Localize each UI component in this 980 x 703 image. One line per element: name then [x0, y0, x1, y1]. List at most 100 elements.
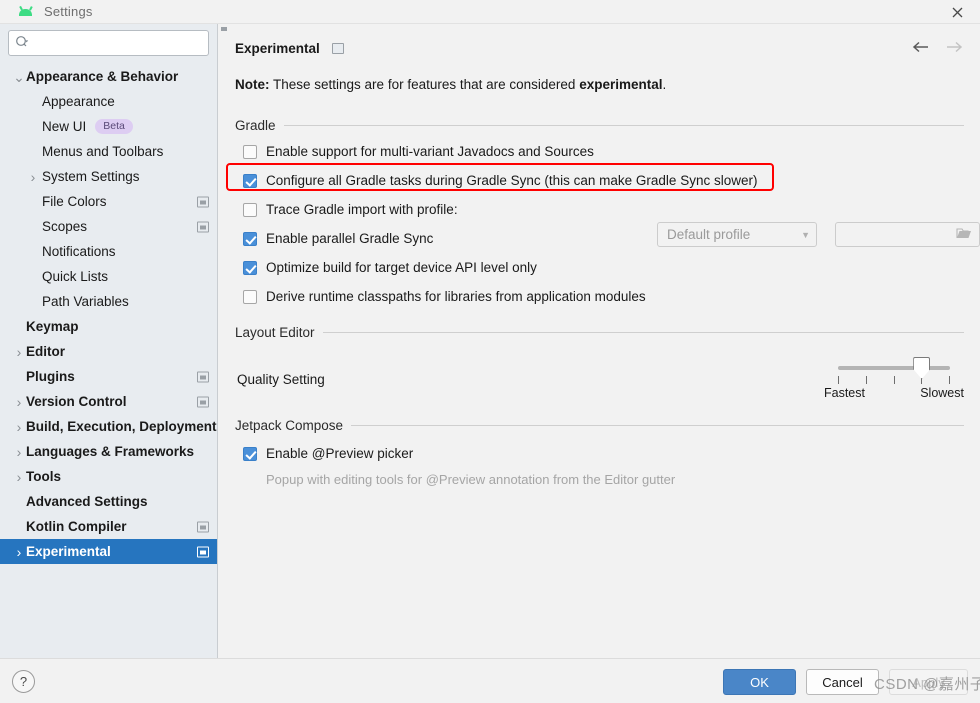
sidebar-item-experimental[interactable]: › Experimental [0, 539, 217, 564]
sidebar-item-label: Editor [26, 344, 65, 359]
compose-options-list: Enable @Preview picker [235, 439, 964, 468]
sidebar-item-build-execution-deployment[interactable]: › Build, Execution, Deployment [0, 414, 217, 439]
forward-arrow-icon[interactable] [944, 38, 964, 56]
project-scope-icon [197, 521, 209, 532]
checkbox-label: Enable support for multi-variant Javadoc… [266, 144, 594, 159]
search-box[interactable] [8, 30, 209, 56]
group-divider [283, 125, 964, 126]
trace-profile-controls: Default profile ▼ [657, 222, 980, 247]
checkbox-label: Optimize build for target device API lev… [266, 260, 537, 275]
slider-tick [949, 376, 950, 384]
chevron-right-icon[interactable]: › [26, 170, 40, 184]
sidebar-item-label: File Colors [42, 194, 107, 209]
project-scope-icon [197, 546, 209, 557]
checkbox-checked-icon[interactable] [243, 231, 257, 246]
checkbox-unchecked-icon[interactable] [243, 144, 257, 159]
group-label-jetpack-compose: Jetpack Compose [235, 418, 344, 433]
slider-ticks [838, 376, 950, 384]
checkbox-unchecked-icon[interactable] [243, 202, 257, 217]
checkbox-row[interactable]: Enable @Preview picker [235, 439, 964, 468]
chevron-right-icon[interactable]: › [12, 445, 26, 459]
checkbox-checked-icon[interactable] [243, 173, 257, 188]
chevron-right-icon[interactable]: › [12, 545, 26, 559]
sidebar-item-system-settings[interactable]: › System Settings [0, 164, 217, 189]
sidebar-item-advanced-settings[interactable]: Advanced Settings [0, 489, 217, 514]
slider-tick [838, 376, 839, 384]
checkbox-checked-icon[interactable] [243, 446, 257, 461]
page-title: Experimental [235, 40, 320, 56]
sidebar-item-scopes[interactable]: Scopes [0, 214, 217, 239]
project-scope-icon [197, 196, 209, 207]
chevron-right-icon[interactable]: › [12, 345, 26, 359]
back-arrow-icon[interactable] [910, 38, 930, 56]
group-divider [351, 425, 964, 426]
sidebar-item-path-variables[interactable]: Path Variables [0, 289, 217, 314]
help-button[interactable]: ? [12, 670, 35, 693]
quality-setting-row: Quality Setting Fastest Slowest [235, 354, 964, 410]
nav-arrows [910, 38, 964, 56]
slider-track[interactable] [838, 366, 950, 370]
settings-dialog: Settings ⌄ Appearance & Behavior Appearanc… [0, 0, 980, 703]
search-area [0, 24, 217, 56]
sidebar-item-tools[interactable]: › Tools [0, 464, 217, 489]
settings-sidebar: ⌄ Appearance & Behavior Appearance New UI Be… [0, 24, 218, 658]
sidebar-item-kotlin-compiler[interactable]: Kotlin Compiler [0, 514, 217, 539]
sidebar-item-appearance-behavior[interactable]: ⌄ Appearance & Behavior [0, 64, 217, 89]
sidebar-item-label: Tools [26, 469, 61, 484]
note-prefix: Note: [235, 77, 270, 92]
checkbox-checked-icon[interactable] [243, 260, 257, 275]
sidebar-item-appearance[interactable]: Appearance [0, 89, 217, 114]
checkbox-label: Enable @Preview picker [266, 446, 414, 461]
sidebar-item-label: Version Control [26, 394, 127, 409]
sidebar-item-editor[interactable]: › Editor [0, 339, 217, 364]
checkbox-row[interactable]: Derive runtime classpaths for libraries … [235, 282, 964, 311]
sidebar-item-label: Plugins [26, 369, 75, 384]
slider-min-label: Fastest [824, 386, 865, 400]
ok-button[interactable]: OK [723, 669, 796, 695]
group-divider [322, 332, 964, 333]
project-scope-icon [331, 42, 344, 54]
chevron-down-icon[interactable]: ⌄ [12, 70, 26, 84]
sidebar-item-label: Keymap [26, 319, 79, 334]
dialog-footer: ? OK Cancel Apply [0, 658, 980, 703]
quality-slider[interactable]: Fastest Slowest [824, 354, 964, 410]
sidebar-item-label: Quick Lists [42, 269, 109, 284]
sidebar-item-label: Appearance & Behavior [26, 69, 179, 84]
close-icon[interactable] [934, 0, 980, 24]
note-body: These settings are for features that are… [269, 77, 580, 92]
sidebar-item-new-ui[interactable]: New UI Beta [0, 114, 217, 139]
note-emphasis: experimental [579, 77, 663, 92]
sidebar-item-label: Menus and Toolbars [42, 144, 164, 159]
chevron-right-icon[interactable]: › [12, 470, 26, 484]
beta-badge: Beta [95, 119, 133, 134]
profile-select[interactable]: Default profile ▼ [657, 222, 817, 247]
search-input[interactable] [33, 32, 202, 54]
checkbox-row[interactable]: Trace Gradle import with profile: [235, 195, 964, 224]
chevron-right-icon[interactable]: › [12, 395, 26, 409]
profile-path-field[interactable] [835, 222, 980, 247]
sidebar-item-file-colors[interactable]: File Colors [0, 189, 217, 214]
slider-tick [865, 376, 867, 384]
cancel-button[interactable]: Cancel [806, 669, 879, 695]
checkbox-row[interactable]: Configure all Gradle tasks during Gradle… [226, 163, 964, 195]
checkbox-row[interactable]: Enable support for multi-variant Javadoc… [235, 137, 964, 166]
chevron-right-icon[interactable]: › [12, 420, 26, 434]
sidebar-item-version-control[interactable]: › Version Control [0, 389, 217, 414]
slider-end-labels: Fastest Slowest [824, 386, 964, 400]
sidebar-item-plugins[interactable]: Plugins [0, 364, 217, 389]
settings-main-panel: Experimental Note: These settings are fo… [219, 24, 980, 658]
sidebar-item-menus-and-toolbars[interactable]: Menus and Toolbars [0, 139, 217, 164]
checkbox-unchecked-icon[interactable] [243, 289, 257, 304]
sidebar-item-keymap[interactable]: Keymap [0, 314, 217, 339]
sidebar-item-notifications[interactable]: Notifications [0, 239, 217, 264]
sidebar-item-languages-frameworks[interactable]: › Languages & Frameworks [0, 439, 217, 464]
sidebar-item-label: Scopes [42, 219, 88, 234]
checkbox-row[interactable]: Optimize build for target device API lev… [235, 253, 964, 282]
experimental-note: Note: These settings are for features th… [235, 77, 964, 92]
profile-select-value: Default profile [667, 227, 751, 242]
sidebar-item-quick-lists[interactable]: Quick Lists [0, 264, 217, 289]
note-suffix: . [662, 77, 667, 92]
folder-icon[interactable] [956, 227, 972, 243]
checkbox-label: Enable parallel Gradle Sync [266, 231, 434, 246]
sidebar-item-label: Notifications [42, 244, 116, 259]
